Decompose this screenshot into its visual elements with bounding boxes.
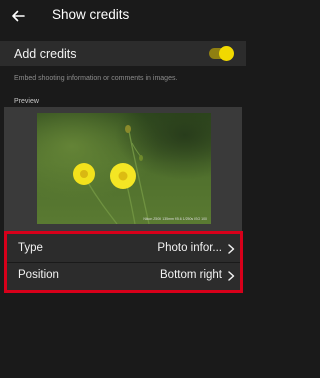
empty-footer-area — [0, 296, 246, 378]
arrow-left-icon — [12, 10, 25, 22]
top-bar: Show credits — [0, 0, 246, 33]
toggle-knob — [219, 46, 234, 61]
credit-overlay-text: Nikon Z50II 135mm f/5.6 1/250s ISO 100 — [143, 217, 207, 221]
preview-image: Nikon Z50II 135mm f/5.6 1/250s ISO 100 — [37, 113, 211, 224]
position-value: Bottom right — [160, 269, 222, 281]
chevron-right-icon — [228, 244, 235, 254]
show-credits-screen: Show credits Add credits Embed shooting … — [0, 0, 246, 378]
position-label: Position — [18, 269, 59, 281]
preview-label: Preview — [14, 98, 39, 105]
position-row[interactable]: Position Bottom right — [7, 263, 240, 289]
type-value: Photo infor... — [157, 242, 222, 254]
add-credits-label: Add credits — [14, 47, 77, 61]
page-title: Show credits — [52, 7, 130, 22]
chevron-right-icon — [228, 271, 235, 281]
description-text: Embed shooting information or comments i… — [14, 75, 178, 82]
add-credits-toggle[interactable] — [209, 46, 234, 61]
credit-settings-group: Type Photo infor... Position Bottom righ… — [4, 231, 243, 293]
type-row[interactable]: Type Photo infor... — [7, 236, 240, 262]
add-credits-row[interactable]: Add credits — [0, 41, 246, 66]
back-button[interactable] — [6, 4, 30, 28]
type-label: Type — [18, 242, 43, 254]
